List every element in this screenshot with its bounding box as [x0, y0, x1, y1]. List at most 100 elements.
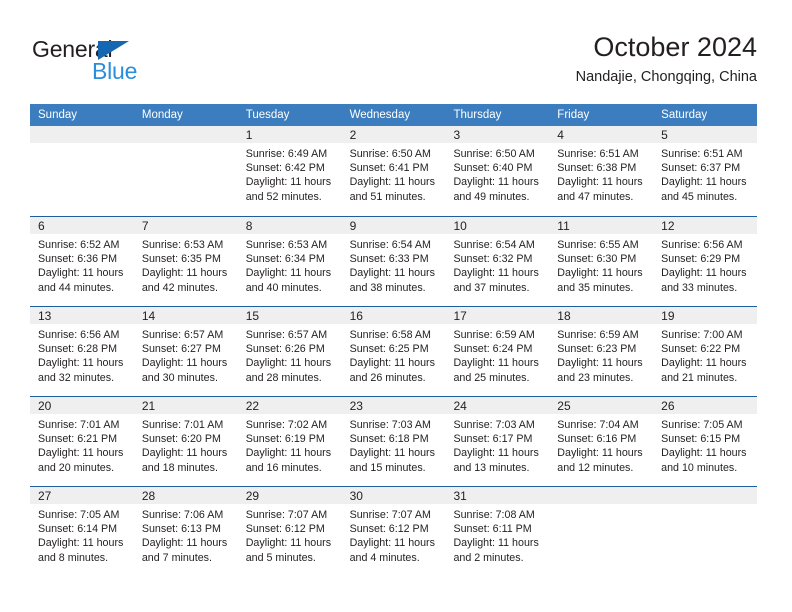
day-number: 23	[349, 399, 363, 413]
day-detail-line: Daylight: 11 hours	[38, 537, 124, 550]
day-detail-line: Sunrise: 7:04 AM	[557, 419, 639, 431]
calendar-day-cell[interactable]: 14 Sunrise: 6:57 AM Sunset: 6:27 PM Dayligh…	[133, 307, 238, 396]
day-detail-line: Sunrise: 7:06 AM	[141, 509, 224, 521]
day-detail-line: Sunset: 6:20 PM	[141, 433, 221, 446]
day-number-strip: 29	[237, 487, 342, 504]
calendar-day-cell[interactable]: 1 Sunrise: 6:49 AM Sunset: 6:42 PM Daylight…	[237, 126, 342, 216]
day-detail-line: Sunset: 6:41 PM	[349, 162, 429, 175]
day-detail-line: Sunset: 6:19 PM	[245, 433, 325, 446]
day-detail-line: and 25 minutes.	[453, 371, 530, 384]
calendar-day-cell[interactable]: 21 Sunrise: 7:01 AM Sunset: 6:20 PM Dayligh…	[133, 397, 238, 486]
calendar-day-cell[interactable]: 12 Sunrise: 6:56 AM Sunset: 6:29 PM Dayligh…	[653, 217, 758, 306]
calendar-day-cell[interactable]: 28 Sunrise: 7:06 AM Sunset: 6:13 PM Dayligh…	[133, 487, 238, 576]
day-detail-line: Sunset: 6:23 PM	[557, 343, 637, 356]
day-detail-line: Sunrise: 6:51 AM	[661, 148, 743, 160]
day-number-strip: 11	[549, 217, 654, 234]
day-detail: Sunrise: 7:01 AM Sunset: 6:21 PM Daylight:…	[30, 414, 134, 475]
day-detail-line: and 16 minutes.	[245, 461, 322, 474]
calendar-day-cell[interactable]: 7 Sunrise: 6:53 AM Sunset: 6:35 PM Daylight…	[133, 217, 238, 306]
calendar-day-cell[interactable]: 29 Sunrise: 7:07 AM Sunset: 6:12 PM Dayligh…	[237, 487, 342, 576]
day-detail-line: Sunset: 6:16 PM	[557, 433, 637, 446]
calendar-cell-empty	[549, 487, 654, 576]
day-number-strip: 8	[237, 217, 342, 234]
calendar-day-cell[interactable]: 3 Sunrise: 6:50 AM Sunset: 6:40 PM Daylight…	[445, 126, 550, 216]
day-number-strip: 26	[653, 397, 758, 414]
calendar-day-cell[interactable]: 19 Sunrise: 7:00 AM Sunset: 6:22 PM Dayligh…	[653, 307, 758, 396]
day-detail-line: Daylight: 11 hours	[245, 447, 332, 460]
day-number: 28	[141, 489, 156, 503]
day-detail-line: Sunrise: 6:49 AM	[245, 148, 328, 160]
day-number-strip: 18	[549, 307, 654, 324]
day-detail-line: Sunset: 6:42 PM	[245, 162, 325, 175]
day-detail-line: Sunrise: 7:02 AM	[245, 419, 328, 431]
calendar-day-cell[interactable]: 25 Sunrise: 7:04 AM Sunset: 6:16 PM Dayligh…	[549, 397, 654, 486]
calendar-day-cell[interactable]: 6 Sunrise: 6:52 AM Sunset: 6:36 PM Daylight…	[30, 217, 134, 306]
calendar-day-cell[interactable]: 20 Sunrise: 7:01 AM Sunset: 6:21 PM Dayligh…	[30, 397, 134, 486]
day-detail: Sunrise: 7:02 AM Sunset: 6:19 PM Daylight:…	[238, 414, 342, 475]
day-number-strip: 16	[341, 307, 446, 324]
day-detail-line: Daylight: 11 hours	[557, 267, 643, 280]
day-detail-line: and 12 minutes.	[557, 461, 634, 474]
day-number: 12	[661, 219, 675, 233]
day-detail-line: Daylight: 11 hours	[453, 267, 539, 280]
day-detail-line: Sunset: 6:12 PM	[349, 523, 429, 536]
calendar-day-cell[interactable]: 31 Sunrise: 7:08 AM Sunset: 6:11 PM Dayligh…	[445, 487, 550, 576]
day-detail-line: Sunset: 6:33 PM	[349, 253, 429, 266]
calendar-day-cell[interactable]: 27 Sunrise: 7:05 AM Sunset: 6:14 PM Dayligh…	[30, 487, 134, 576]
calendar-day-cell[interactable]: 11 Sunrise: 6:55 AM Sunset: 6:30 PM Dayligh…	[549, 217, 654, 306]
day-detail-line: Sunrise: 7:03 AM	[349, 419, 431, 431]
calendar-day-cell[interactable]: 10 Sunrise: 6:54 AM Sunset: 6:32 PM Dayligh…	[445, 217, 550, 306]
weekday-header-row: Sunday Monday Tuesday Wednesday Thursday Frid…	[30, 104, 757, 126]
calendar-day-cell[interactable]: 4 Sunrise: 6:51 AM Sunset: 6:38 PM Daylight…	[549, 126, 654, 216]
calendar-day-cell[interactable]: 23 Sunrise: 7:03 AM Sunset: 6:18 PM Dayligh…	[341, 397, 446, 486]
day-detail: Sunrise: 6:54 AM Sunset: 6:33 PM Daylight:…	[342, 234, 446, 295]
general-blue-logo: General Blue	[32, 36, 202, 88]
weekday-header-friday: Friday	[557, 109, 590, 121]
day-detail-line: Sunrise: 6:56 AM	[38, 329, 120, 341]
calendar-day-cell[interactable]: 5 Sunrise: 6:51 AM Sunset: 6:37 PM Daylight…	[653, 126, 758, 216]
day-detail: Sunrise: 7:00 AM Sunset: 6:22 PM Daylight:…	[653, 324, 757, 385]
day-detail-line: and 18 minutes.	[141, 461, 218, 474]
calendar-day-cell[interactable]: 9 Sunrise: 6:54 AM Sunset: 6:33 PM Daylight…	[341, 217, 446, 306]
day-detail-line: and 4 minutes.	[349, 551, 420, 564]
day-number-strip: 31	[445, 487, 550, 504]
day-detail-line: Sunrise: 7:01 AM	[38, 419, 120, 431]
calendar-day-cell[interactable]: 26 Sunrise: 7:05 AM Sunset: 6:15 PM Dayligh…	[653, 397, 758, 486]
calendar-day-cell[interactable]: 16 Sunrise: 6:58 AM Sunset: 6:25 PM Dayligh…	[341, 307, 446, 396]
day-number: 24	[453, 399, 467, 413]
calendar-day-cell[interactable]: 8 Sunrise: 6:53 AM Sunset: 6:34 PM Daylight…	[237, 217, 342, 306]
day-number-strip: 27	[30, 487, 134, 504]
calendar-day-cell[interactable]: 2 Sunrise: 6:50 AM Sunset: 6:41 PM Daylight…	[341, 126, 446, 216]
calendar-day-cell[interactable]: 24 Sunrise: 7:03 AM Sunset: 6:17 PM Dayligh…	[445, 397, 550, 486]
calendar-week-row: 13 Sunrise: 6:56 AM Sunset: 6:28 PM Dayligh…	[30, 306, 758, 396]
day-detail-line: Daylight: 11 hours	[38, 267, 124, 280]
calendar-day-cell[interactable]: 30 Sunrise: 7:07 AM Sunset: 6:12 PM Dayligh…	[341, 487, 446, 576]
day-number-strip: 21	[133, 397, 238, 414]
day-detail-line: Sunset: 6:30 PM	[557, 253, 637, 266]
day-detail-line: and 20 minutes.	[38, 461, 115, 474]
day-detail: Sunrise: 6:54 AM Sunset: 6:32 PM Daylight:…	[445, 234, 549, 295]
weekday-header-sunday: Sunday	[38, 109, 78, 121]
day-detail-line: Sunrise: 7:07 AM	[349, 509, 431, 521]
calendar-day-cell[interactable]: 17 Sunrise: 6:59 AM Sunset: 6:24 PM Dayligh…	[445, 307, 550, 396]
day-number: 29	[245, 489, 260, 503]
day-number-strip: 20	[30, 397, 134, 414]
calendar-day-cell[interactable]: 13 Sunrise: 6:56 AM Sunset: 6:28 PM Dayligh…	[30, 307, 134, 396]
day-detail: Sunrise: 6:49 AM Sunset: 6:42 PM Daylight:…	[238, 143, 342, 204]
day-detail-line: and 30 minutes.	[141, 371, 218, 384]
day-detail-line: Daylight: 11 hours	[349, 357, 435, 370]
day-detail-line: and 32 minutes.	[38, 371, 115, 384]
calendar-day-cell[interactable]: 22 Sunrise: 7:02 AM Sunset: 6:19 PM Dayligh…	[237, 397, 342, 486]
day-detail-line: and 7 minutes.	[141, 551, 212, 564]
day-detail: Sunrise: 6:57 AM Sunset: 6:26 PM Daylight:…	[238, 324, 342, 385]
day-number-strip: 25	[549, 397, 654, 414]
day-detail: Sunrise: 7:06 AM Sunset: 6:13 PM Daylight:…	[134, 504, 238, 565]
day-detail-line: Daylight: 11 hours	[349, 537, 435, 550]
day-detail: Sunrise: 6:50 AM Sunset: 6:41 PM Daylight:…	[342, 143, 446, 204]
day-detail-line: Sunset: 6:34 PM	[245, 253, 325, 266]
day-detail-line: Sunrise: 6:57 AM	[245, 329, 328, 341]
title-block: October 2024 Nandajie, Chongqing, China	[576, 30, 757, 88]
calendar-day-cell[interactable]: 18 Sunrise: 6:59 AM Sunset: 6:23 PM Dayligh…	[549, 307, 654, 396]
calendar-day-cell[interactable]: 15 Sunrise: 6:57 AM Sunset: 6:26 PM Dayligh…	[237, 307, 342, 396]
day-detail-line: and 28 minutes.	[245, 371, 322, 384]
